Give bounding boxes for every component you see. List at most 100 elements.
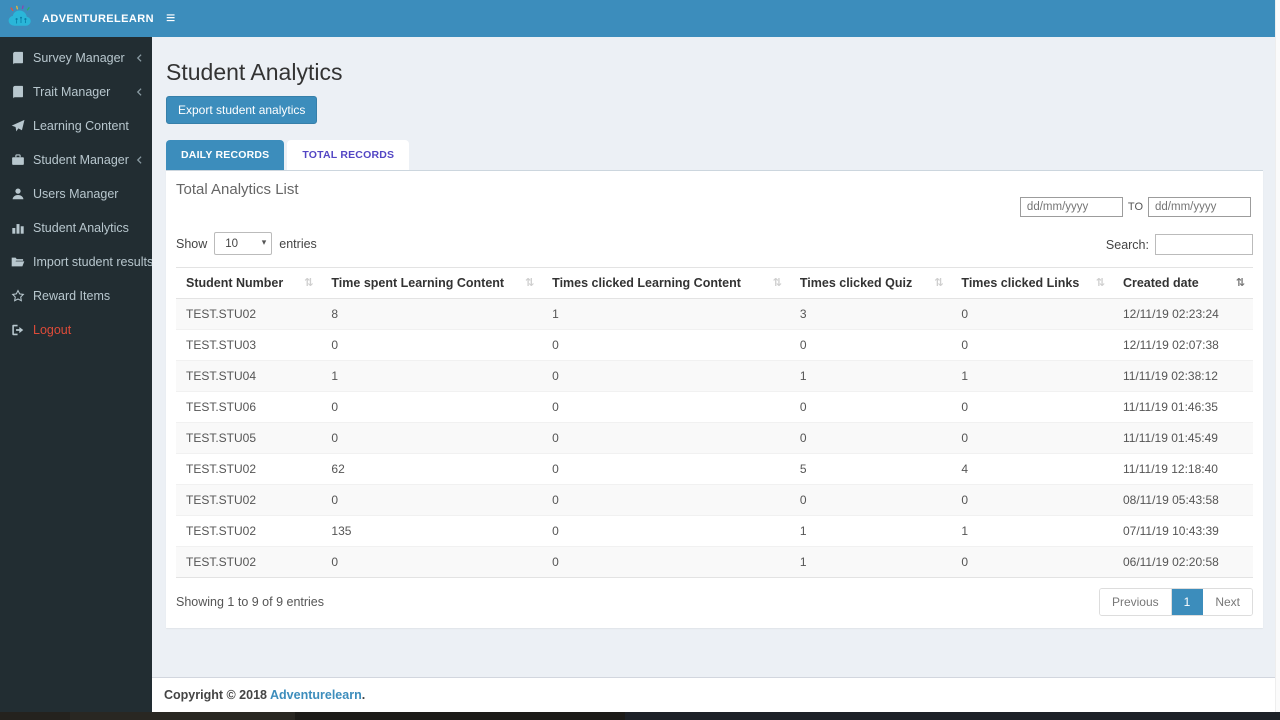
tab-total-records[interactable]: TOTAL RECORDS	[287, 140, 410, 170]
sort-icon: ⇅	[304, 277, 314, 289]
table-cell: 1	[961, 524, 969, 538]
chevron-left-icon	[134, 154, 144, 166]
table-cell: TEST.STU02	[186, 493, 257, 507]
date-range-separator: TO	[1127, 201, 1143, 213]
table-cell: 1	[552, 307, 559, 321]
page-footer: Copyright © 2018 Adventurelearn.	[152, 677, 1275, 712]
table-cell: TEST.STU04	[186, 369, 257, 383]
table-row: TEST.STU05 0 0 0 0 11/11/19 01:45:49	[176, 422, 1253, 454]
table-cell: 0	[552, 555, 559, 569]
footer-brand-link[interactable]: Adventurelearn	[270, 688, 362, 702]
page-length-select[interactable]: 10	[214, 232, 273, 255]
main-content: Student Analytics Export student analyti…	[152, 37, 1275, 712]
column-header-student-number[interactable]: Student Number ⇅	[176, 267, 322, 299]
table-cell: 4	[961, 462, 969, 476]
table-cell: TEST.STU03	[186, 338, 257, 352]
table-cell: 1	[331, 369, 339, 383]
briefcase-icon	[10, 153, 25, 168]
tab-daily-records[interactable]: DAILY RECORDS	[166, 140, 285, 170]
table-cell: 0	[961, 400, 969, 414]
table-cell: 0	[799, 493, 807, 507]
page-title: Student Analytics	[166, 59, 343, 85]
table-cell: 0	[799, 338, 807, 352]
sidebar-item-label: Reward Items	[33, 289, 111, 303]
cloud-logo-icon	[6, 3, 36, 34]
sidebar-item-import-student-results[interactable]: Import student results	[0, 245, 154, 279]
sort-desc-icon: ⇅	[1235, 277, 1245, 289]
sidebar-item-student-manager[interactable]: Student Manager	[0, 143, 152, 177]
top-navbar: ADVENTURELEARN ≡	[0, 0, 1275, 37]
sidebar-item-users-manager[interactable]: Users Manager	[0, 177, 152, 211]
sidebar-item-survey-manager[interactable]: Survey Manager	[0, 41, 152, 75]
previous-page-button[interactable]: Previous	[1099, 589, 1172, 615]
table-cell: 0	[961, 307, 969, 321]
table-cell: TEST.STU02	[186, 307, 257, 321]
table-cell: TEST.STU02	[186, 462, 257, 476]
table-row: TEST.STU06 0 0 0 0 11/11/19 01:46:35	[176, 391, 1253, 423]
table-cell: 1	[799, 524, 807, 538]
sidebar-toggle-hamburger-icon[interactable]: ≡	[152, 0, 189, 37]
copyright-text: Copyright © 2018	[164, 688, 267, 702]
sidebar-item-label: Trait Manager	[33, 85, 111, 99]
table-cell: 12/11/19 02:07:38	[1122, 338, 1219, 352]
table-cell: 1	[799, 555, 807, 569]
book-icon	[10, 51, 25, 66]
column-header-time-spent[interactable]: Time spent Learning Content ⇅	[321, 267, 543, 299]
sort-icon: ⇅	[524, 277, 535, 289]
date-from-input[interactable]	[1019, 197, 1123, 217]
export-student-analytics-button[interactable]: Export student analytics	[166, 96, 318, 124]
table-cell: TEST.STU02	[186, 524, 257, 538]
folder-open-icon	[10, 255, 25, 270]
sidebar-item-label: Survey Manager	[33, 51, 125, 65]
user-icon	[10, 187, 25, 202]
analytics-table: Student Number ⇅ Time spent Learning Cont…	[176, 267, 1253, 578]
sidebar-item-trait-manager[interactable]: Trait Manager	[0, 75, 152, 109]
column-header-clicked-quiz[interactable]: Times clicked Quiz ⇅	[789, 267, 952, 299]
table-cell: 11/11/19 01:45:49	[1122, 431, 1218, 445]
taskbar-strip	[0, 712, 1280, 720]
table-cell: 3	[799, 307, 807, 321]
table-row: TEST.STU04 1 0 1 1 11/11/19 02:38:12	[176, 360, 1253, 392]
chevron-left-icon	[134, 86, 144, 98]
sidebar-item-student-analytics[interactable]: Student Analytics	[0, 211, 152, 245]
table-cell: TEST.STU06	[186, 400, 257, 414]
date-range-filter: TO	[1019, 197, 1251, 217]
column-header-clicked-links[interactable]: Times clicked Links ⇅	[951, 267, 1113, 299]
page-number-button[interactable]: 1	[1171, 589, 1204, 615]
analytics-table-body: TEST.STU02 8 1 3 0 12/11/19 02:23:24 TEST.STU0…	[176, 298, 1253, 578]
date-to-input[interactable]	[1148, 197, 1251, 217]
table-row: TEST.STU02 135 0 1 1 07/11/19 10:43:39	[176, 515, 1253, 547]
star-icon	[10, 289, 25, 304]
column-header-created-date[interactable]: Created date ⇅	[1112, 267, 1253, 299]
table-cell: 0	[799, 400, 807, 414]
sidebar-item-label: Learning Content	[33, 119, 129, 133]
table-cell: 5	[799, 462, 807, 476]
table-footer: Showing 1 to 9 of 9 entries Previous 1 N…	[176, 588, 1253, 616]
bar-chart-icon	[10, 221, 25, 236]
next-page-button[interactable]: Next	[1203, 589, 1252, 615]
table-controls: Show 10 ▾ entries Search:	[176, 232, 1253, 255]
table-cell: 0	[331, 431, 339, 445]
table-cell: 0	[552, 524, 559, 538]
browser-scrollbar[interactable]	[1275, 0, 1280, 712]
table-row: TEST.STU02 8 1 3 0 12/11/19 02:23:24	[176, 298, 1253, 330]
search-input[interactable]	[1155, 234, 1253, 255]
table-cell: 0	[331, 493, 339, 507]
sidebar-item-learning-content[interactable]: Learning Content	[0, 109, 152, 143]
sidebar: Survey Manager Trait Manager Learning Co…	[0, 37, 154, 712]
sort-icon: ⇅	[772, 277, 782, 289]
table-cell: 0	[961, 338, 969, 352]
sidebar-item-label: Import student results	[33, 255, 154, 269]
brand-logo[interactable]: ADVENTURELEARN	[0, 0, 154, 37]
chevron-left-icon	[134, 52, 144, 64]
table-cell: 0	[552, 431, 559, 445]
entries-label: entries	[279, 236, 317, 251]
panel-title: Total Analytics List	[176, 181, 299, 198]
table-cell: 08/11/19 05:43:58	[1122, 493, 1219, 507]
sidebar-item-reward-items[interactable]: Reward Items	[0, 279, 152, 313]
sidebar-item-logout[interactable]: Logout	[0, 313, 152, 347]
column-header-clicked-learning-content[interactable]: Times clicked Learning Content ⇅	[542, 267, 790, 299]
table-cell: 0	[331, 555, 339, 569]
table-cell: TEST.STU02	[186, 555, 257, 569]
table-cell: 8	[331, 307, 339, 321]
